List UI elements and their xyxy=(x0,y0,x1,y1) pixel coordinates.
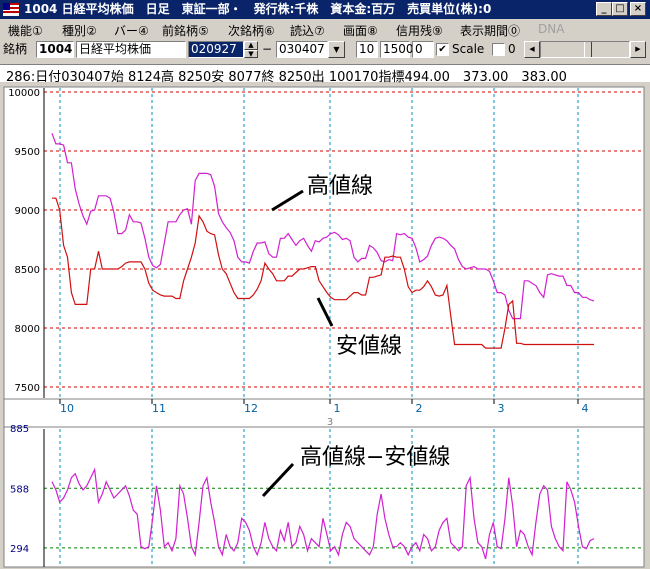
toolbar: 銘柄 1004 日経平均株価 020927 ▲ ▼ − 030407 ▼ 10 … xyxy=(0,39,650,61)
slider-thumb[interactable] xyxy=(584,42,592,57)
month-tick-label: 4 xyxy=(582,402,589,415)
menu-next-stock[interactable]: 次銘柄⑥ xyxy=(228,22,275,39)
scale-label: Scale xyxy=(452,42,485,56)
title-bar: 1004 日経平均株価 日足 東証一部・ 発行株:千株 資本金:百万 売買単位(… xyxy=(0,0,650,19)
close-button[interactable]: × xyxy=(630,2,646,16)
info-bar: 286:日付030407始 8124高 8250安 8077終 8250出 10… xyxy=(0,64,650,85)
price-tick-label: 10000 xyxy=(8,88,40,99)
price-tick-label: 8500 xyxy=(15,265,40,276)
maximize-button[interactable]: □ xyxy=(612,2,628,16)
app-flag-icon xyxy=(3,3,19,16)
stock-chart: 1000095009000850080007500 10 11 12 1 2 3 43 58… xyxy=(0,83,650,569)
period-slider[interactable] xyxy=(540,41,630,58)
menu-bar: 機能① 種別② バー④ 前銘柄⑤ 次銘柄⑥ 読込⑦ 画面⑧ 信用残⑨ 表示期間⓪… xyxy=(0,19,650,39)
menu-dna[interactable]: DNA xyxy=(538,22,564,36)
menu-type[interactable]: 種別② xyxy=(62,22,97,39)
code-label: 銘柄 xyxy=(3,42,28,56)
menu-load[interactable]: 読込⑦ xyxy=(290,22,325,39)
date-separator: − xyxy=(262,42,273,56)
to-date-field[interactable]: 030407 xyxy=(276,41,328,58)
window-title: 1004 日経平均株価 日足 東証一部・ 発行株:千株 資本金:百万 売買単位(… xyxy=(24,2,492,16)
year-label: 3 xyxy=(327,417,333,428)
diff-top-tick-label: 885 xyxy=(10,424,29,435)
menu-margin[interactable]: 信用残⑨ xyxy=(396,22,443,39)
price-panel xyxy=(3,86,645,400)
menu-bar-type[interactable]: バー④ xyxy=(114,22,149,39)
diff-line-annotation: 高値線−安値線 xyxy=(300,445,450,470)
high-line-annotation: 高値線 xyxy=(307,174,373,199)
minimize-button[interactable]: _ xyxy=(596,2,612,16)
menu-display-period[interactable]: 表示期間⓪ xyxy=(460,22,520,39)
menu-function[interactable]: 機能① xyxy=(8,22,43,39)
price-tick-label: 8000 xyxy=(15,324,40,335)
month-tick-label: 12 xyxy=(244,402,258,415)
price-tick-label: 9500 xyxy=(15,147,40,158)
diff-tick-label: 588 xyxy=(10,484,29,495)
month-tick-label: 3 xyxy=(498,402,505,415)
param1-field[interactable]: 10 xyxy=(356,41,378,58)
from-date-field[interactable]: 020927 xyxy=(188,41,244,58)
param2-field[interactable]: 1500 xyxy=(380,41,414,58)
month-tick-label: 1 xyxy=(334,402,341,415)
scroll-left-icon[interactable]: ◀ xyxy=(524,41,540,58)
menu-prev-stock[interactable]: 前銘柄⑤ xyxy=(162,22,209,39)
price-tick-label: 9000 xyxy=(15,206,40,217)
scale-checkbox[interactable]: ✔ xyxy=(436,43,449,56)
param3-field[interactable]: 0 xyxy=(412,41,434,58)
month-tick-label: 2 xyxy=(416,402,423,415)
low-line-annotation: 安値線 xyxy=(336,334,402,359)
month-tick-label: 10 xyxy=(60,402,74,415)
month-tick-label: 11 xyxy=(152,402,166,415)
scroll-right-icon[interactable]: ▶ xyxy=(630,41,646,58)
menu-screen[interactable]: 画面⑧ xyxy=(343,22,378,39)
dropdown-arrow-icon[interactable]: ▼ xyxy=(328,41,345,58)
price-tick-label: 7500 xyxy=(15,383,40,394)
date-axis-panel xyxy=(3,398,645,428)
stock-code-field[interactable]: 1004 xyxy=(36,41,74,58)
spin-down-icon[interactable]: ▼ xyxy=(244,50,258,58)
diff-tick-label: 294 xyxy=(10,544,29,555)
spin-up-icon[interactable]: ▲ xyxy=(244,41,258,50)
option-checkbox[interactable] xyxy=(492,43,505,56)
stock-name-field[interactable]: 日経平均株価 xyxy=(76,41,186,58)
option-value: 0 xyxy=(508,42,516,56)
